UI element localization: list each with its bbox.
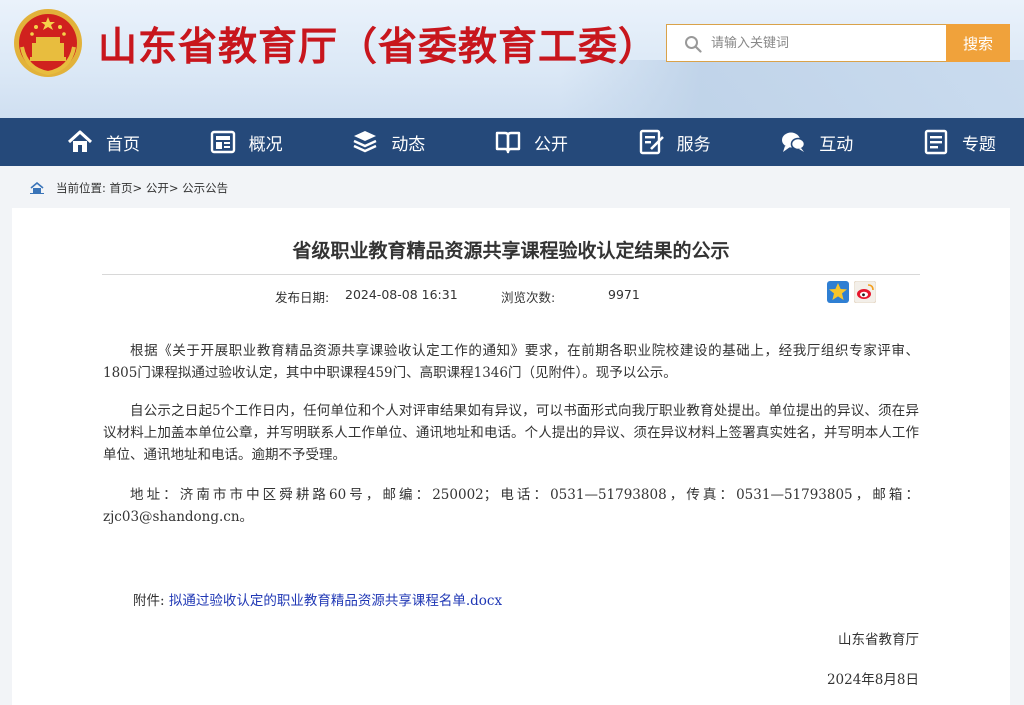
breadcrumb-home[interactable]: 首页: [110, 180, 133, 196]
signature: 山东省教育厅: [838, 632, 919, 648]
publish-date-label: 发布日期:: [275, 290, 330, 305]
attachment-link[interactable]: 拟通过验收认定的职业教育精品资源共享课程名单.docx: [169, 593, 502, 609]
home-icon: [67, 130, 93, 152]
site-title[interactable]: 山东省教育厅（省委教育工委）: [98, 16, 658, 72]
overview-icon: [210, 130, 235, 154]
publish-date: 2024-08-08 16:31: [345, 287, 458, 302]
paragraph-1: 根据《关于开展职业教育精品资源共享课验收认定工作的通知》要求，在前期各职业院校建…: [103, 343, 919, 381]
article-title: 省级职业教育精品资源共享课程验收认定结果的公示: [292, 240, 730, 262]
breadcrumb-notice[interactable]: 公示公告: [182, 180, 228, 196]
book-icon: [495, 131, 521, 154]
article-paragraph: 根据《关于开展职业教育精品资源共享课验收认定工作的通知》要求，在前期各职业院校建…: [103, 340, 919, 384]
views-count: 9971: [608, 287, 640, 302]
weibo-icon[interactable]: [854, 281, 876, 303]
article-paragraph: 地址：济南市市中区舜耕路60号，邮编：250002；电话：0531—517938…: [103, 484, 919, 528]
paragraph-3: 地址：济南市市中区舜耕路60号，邮编：250002；电话：0531—517938…: [103, 487, 919, 525]
qzone-icon[interactable]: [827, 281, 849, 303]
nav-item-open[interactable]: 公开: [494, 128, 568, 156]
service-icon: [639, 129, 664, 155]
breadcrumb-open[interactable]: 公开: [146, 180, 169, 196]
title-divider: [102, 274, 920, 275]
nav-label: 首页: [106, 134, 140, 155]
breadcrumb-prefix: 当前位置:: [56, 181, 106, 195]
search-input[interactable]: [711, 25, 943, 61]
search-icon: [685, 36, 702, 53]
nav-item-news[interactable]: 动态: [351, 128, 425, 156]
breadcrumb: 当前位置: 首页 > 公开 > 公示公告: [30, 180, 228, 196]
national-emblem-icon[interactable]: [12, 7, 84, 79]
nav-item-home[interactable]: 首页: [66, 128, 140, 156]
nav-label: 专题: [961, 134, 996, 155]
nav-item-service[interactable]: 服务: [637, 128, 711, 156]
news-icon: [353, 131, 377, 153]
breadcrumb-separator: >: [168, 181, 179, 195]
article-paragraph: 自公示之日起5个工作日内，任何单位和个人对评审结果如有异议，可以书面形式向我厅职…: [103, 400, 919, 466]
attachment-label: 附件:: [133, 593, 165, 609]
views-label: 浏览次数:: [501, 290, 556, 305]
nav-label: 服务: [676, 134, 711, 155]
article-panel: 省级职业教育精品资源共享课程验收认定结果的公示 发布日期: 2024-08-08…: [12, 208, 1010, 705]
nav-item-overview[interactable]: 概况: [209, 128, 283, 156]
nav-label: 公开: [533, 134, 568, 155]
location-icon: [30, 182, 44, 194]
nav-item-interact[interactable]: 互动: [779, 128, 853, 156]
paragraph-2: 自公示之日起5个工作日内，任何单位和个人对评审结果如有异议，可以书面形式向我厅职…: [103, 403, 919, 463]
breadcrumb-separator: >: [132, 181, 143, 195]
attachment: 附件: 拟通过验收认定的职业教育精品资源共享课程名单.docx: [133, 589, 502, 609]
search-box: 搜索: [666, 24, 1010, 62]
nav-label: 互动: [819, 134, 854, 155]
sign-date: 2024年8月8日: [826, 672, 919, 688]
nav-label: 概况: [248, 134, 283, 155]
nav-label: 动态: [391, 134, 426, 155]
site-header: 山东省教育厅（省委教育工委） 搜索: [0, 0, 1024, 118]
nav-item-topic[interactable]: 专题: [922, 128, 996, 156]
main-nav: 首页 概况 动态 公开 服务 互动 专题: [0, 118, 1024, 166]
chat-icon: [782, 132, 806, 152]
topic-icon: [924, 129, 948, 155]
search-button[interactable]: 搜索: [946, 24, 1010, 62]
